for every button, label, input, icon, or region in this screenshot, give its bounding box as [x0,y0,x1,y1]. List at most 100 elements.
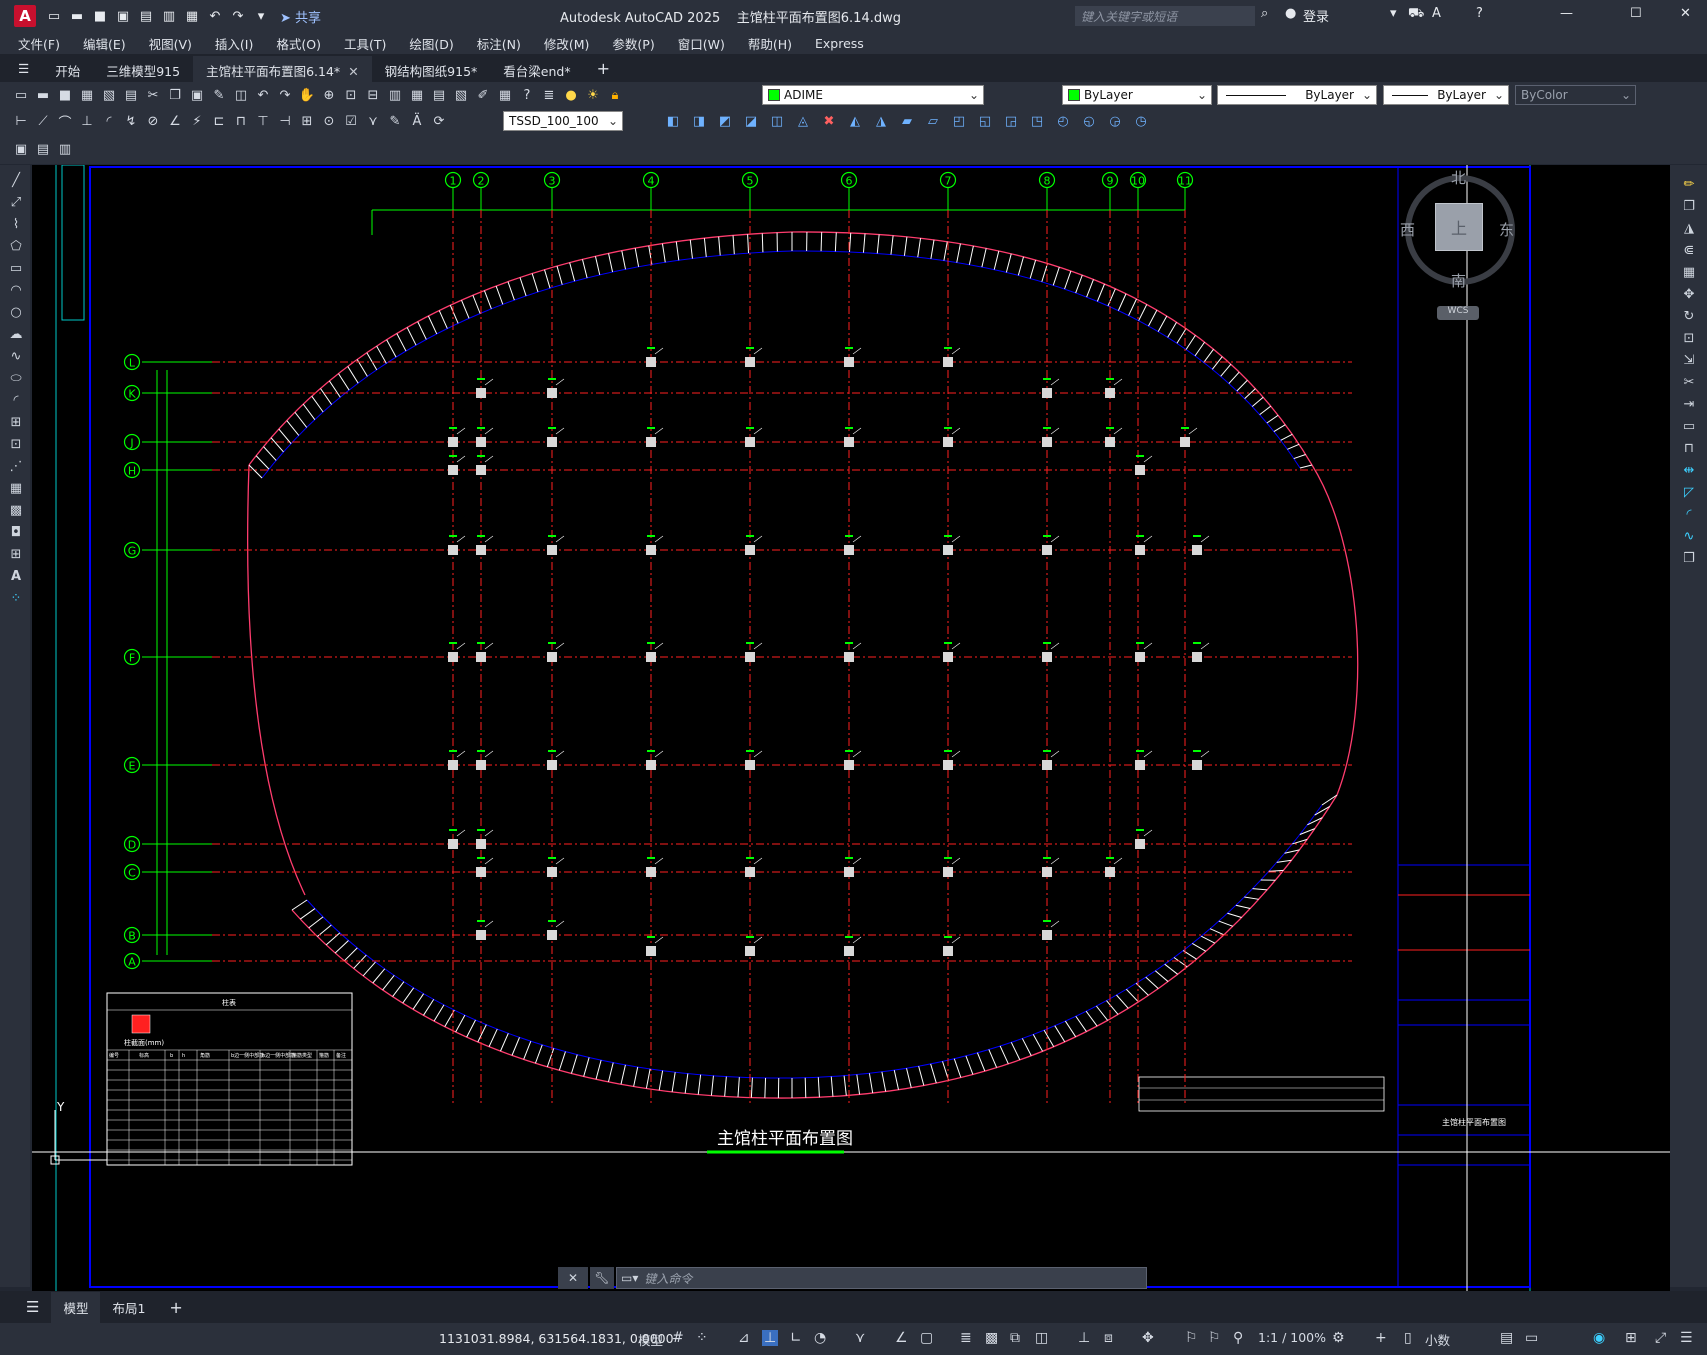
tab-model[interactable]: 模型 [51,1291,101,1323]
maximize-icon[interactable]: ☐ [1630,6,1642,21]
polygon-icon[interactable]: ⬠ [7,237,25,255]
help-icon[interactable]: ? [518,86,536,104]
sphere-icon[interactable]: ◪ [742,112,760,130]
slice-icon[interactable]: ◰ [950,112,968,130]
print-preview-icon[interactable]: ▧ [100,86,118,104]
inspection-icon[interactable]: ☑ [342,112,360,130]
polyline-icon[interactable]: ⌇ [7,215,25,233]
autocad-logo-icon[interactable]: A [14,5,36,27]
menu-express[interactable]: Express [815,36,864,51]
open-icon[interactable]: ▬ [34,86,52,104]
extrude-icon[interactable]: ▰ [898,112,916,130]
diameter-dimension-icon[interactable]: ⊘ [144,112,162,130]
publish-icon[interactable]: ▤ [122,86,140,104]
dropdown-icon[interactable]: ▾ [1390,6,1397,21]
command-input[interactable]: 键入命令 [644,1270,692,1287]
layer-freeze-icon[interactable]: ☀ [584,86,602,104]
layer-lock-icon[interactable]: 🔒︎ [606,86,624,104]
menu-edit[interactable]: 编辑(E) [83,34,126,53]
snap-icon[interactable]: ⁘ [696,1330,708,1346]
print-icon[interactable]: ▦ [78,86,96,104]
dynamic-ucs-icon[interactable]: ⊥ [1078,1330,1090,1346]
block-create-icon[interactable]: ▤ [34,140,52,158]
match-properties-icon[interactable]: ✎ [210,86,228,104]
aligned-dimension-icon[interactable]: ⟋ [34,112,52,130]
linear-dimension-icon[interactable]: ⊢ [12,112,30,130]
cylinder-icon[interactable]: ◫ [768,112,786,130]
autodesk-account-icon[interactable]: A [1432,6,1441,21]
erase-icon[interactable]: ✏ [1680,175,1698,193]
rotate-icon[interactable]: ↻ [1680,307,1698,325]
trim-icon[interactable]: ✂ [1680,373,1698,391]
menu-file[interactable]: 文件(F) [18,34,60,53]
search-icon[interactable]: ⌕ [1261,6,1268,21]
markup-icon[interactable]: ✐ [474,86,492,104]
insert-block-icon[interactable]: ⊞ [7,413,25,431]
point-icon[interactable]: ⋰ [7,457,25,475]
tab-layout1[interactable]: 布局1 [100,1292,157,1323]
layer-on-icon[interactable]: ● [562,86,580,104]
arc-length-icon[interactable]: ⌒ [56,112,74,131]
cut-icon[interactable]: ✂ [144,86,162,104]
box-icon[interactable]: ◧ [664,112,682,130]
scale-icon[interactable]: ⊡ [1680,329,1698,347]
dimension-break-icon[interactable]: ⊣ [276,112,294,130]
menu-format[interactable]: 格式(O) [276,34,321,53]
save-icon[interactable]: ■ [90,6,110,26]
plot-icon[interactable]: ▥ [159,6,179,26]
pan-icon[interactable]: ✋ [298,86,316,104]
viewcube-west[interactable]: 西 [1400,219,1415,240]
sheet-set-icon[interactable]: ▧ [452,86,470,104]
lineweight-dropdown[interactable]: ByLayer ⌄ [1383,85,1509,105]
viewcube-north[interactable]: 北 [1451,167,1466,188]
move-icon[interactable]: ✥ [1680,285,1698,303]
new-icon[interactable]: ▭ [12,86,30,104]
wcs-menu-button[interactable]: WCS [1437,306,1479,320]
units-value[interactable]: 小数 [1425,1330,1450,1349]
tab-column-plan[interactable]: 主馆柱平面布置图6.14* ✕ [193,56,372,82]
rectangle-icon[interactable]: ▭ [7,259,25,277]
menu-draw[interactable]: 绘图(D) [409,34,453,53]
wedge-icon[interactable]: ◨ [690,112,708,130]
chamfer-icon[interactable]: ◸ [1680,483,1698,501]
tab-3d-model[interactable]: 三维模型915 [93,56,193,82]
isolate-objects-icon[interactable]: ◉ [1593,1330,1605,1346]
offset-icon[interactable]: ⋐ [1680,241,1698,259]
transparency-icon[interactable]: ▩ [985,1330,998,1346]
copy-object-icon[interactable]: ❐ [1680,197,1698,215]
polar-tracking-icon[interactable]: ◔ [814,1330,826,1346]
break-at-point-icon[interactable]: ▭ [1680,417,1698,435]
open-folder-icon[interactable]: ▬ [67,6,87,26]
auto-scale-icon[interactable]: ⚐ [1208,1330,1221,1346]
menu-window[interactable]: 窗口(W) [678,34,725,53]
zoom-previous-icon[interactable]: ⊟ [364,86,382,104]
spline-icon[interactable]: ∿ [7,347,25,365]
layout-menu-icon[interactable]: ☰ [14,1292,51,1322]
stretch-icon[interactable]: ⇲ [1680,351,1698,369]
new-file-icon[interactable]: ▭ [44,6,64,26]
command-history-icon[interactable]: ▭▾ [621,1271,638,1285]
annotation-monitor-icon[interactable]: + [1375,1330,1387,1346]
close-tab-icon[interactable]: ✕ [348,64,358,79]
ellipse-arc-icon[interactable]: ◜ [7,391,25,409]
blend-curves-icon[interactable]: ∿ [1680,527,1698,545]
dynamic-input-icon[interactable]: ⊥ [762,1330,779,1346]
solid-edit-icon[interactable]: ◷ [1132,112,1150,130]
viewcube-south[interactable]: 南 [1451,270,1466,291]
arc-icon[interactable]: ◠ [7,281,25,299]
hatch-icon[interactable]: ▦ [7,479,25,497]
line-icon[interactable]: ╱ [7,171,25,189]
ortho-icon[interactable]: ∟ [790,1330,802,1346]
region-icon[interactable]: ◘ [7,523,25,541]
continue-dimension-icon[interactable]: ⊓ [232,112,250,130]
setup-profile-icon[interactable]: ◵ [1080,112,1098,130]
color-dropdown[interactable]: ByLayer ⌄ [1062,85,1212,105]
customize-status-icon[interactable]: ☰ [1680,1330,1693,1346]
block-insert-icon[interactable]: ▣ [12,140,30,158]
command-line[interactable]: ▭▾ 键入命令 [616,1267,1147,1289]
copy-icon[interactable]: ❐ [166,86,184,104]
workspace-icon[interactable]: ⚙ [1332,1330,1345,1346]
fillet-icon[interactable]: ◜ [1680,505,1698,523]
tolerance-icon[interactable]: ⊞ [298,112,316,130]
annotation-visibility-icon[interactable]: ⚐ [1185,1330,1198,1346]
